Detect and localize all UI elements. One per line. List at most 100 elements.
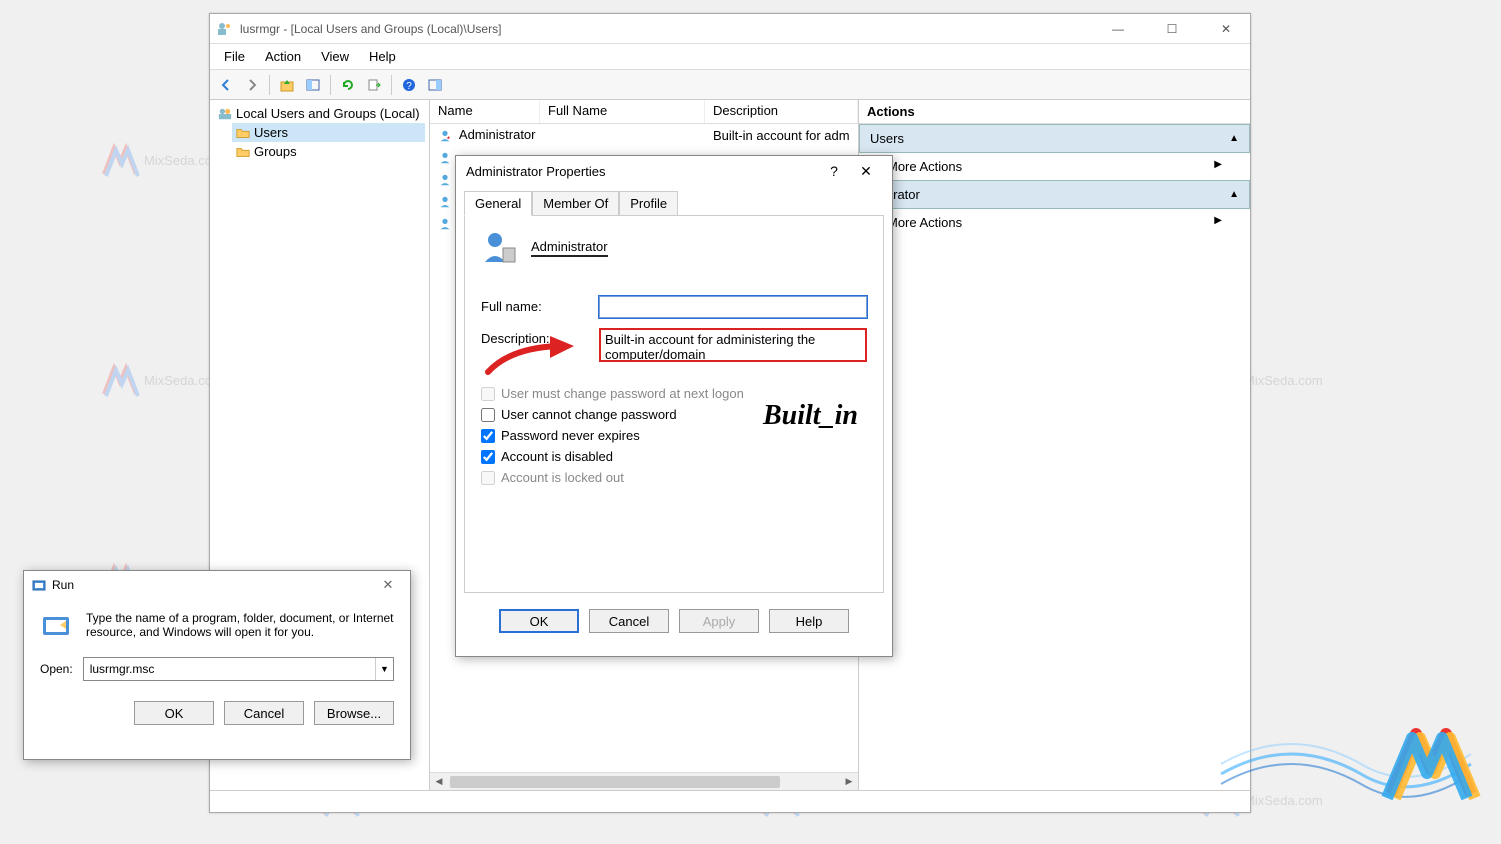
user-icon [438, 217, 452, 231]
action-more-actions-admin[interactable]: More Actions ▶ [859, 209, 1250, 236]
status-bar [210, 790, 1250, 812]
folder-icon [236, 145, 250, 159]
close-button[interactable]: ✕ [1208, 17, 1244, 41]
username-label: Administrator [531, 239, 608, 257]
row-fullname [540, 134, 705, 136]
ok-button[interactable]: OK [134, 701, 214, 725]
open-combobox[interactable]: ▼ [83, 657, 394, 681]
check-locked: Account is locked out [481, 470, 867, 485]
menu-action[interactable]: Action [255, 45, 311, 68]
run-title: Run [52, 578, 74, 592]
refresh-button[interactable] [336, 73, 360, 97]
mmc-titlebar[interactable]: lusrmgr - [Local Users and Groups (Local… [210, 14, 1250, 44]
action-pane-button[interactable] [423, 73, 447, 97]
lusrmgr-icon [216, 21, 232, 37]
tree-users[interactable]: Users [232, 123, 425, 142]
row-name: Administrator [459, 127, 536, 142]
cancel-button[interactable]: Cancel [224, 701, 304, 725]
run-dialog: Run ✕ Type the name of a program, folder… [23, 570, 411, 760]
window-title: lusrmgr - [Local Users and Groups (Local… [240, 22, 1100, 36]
collapse-icon: ▲ [1229, 189, 1239, 200]
close-button[interactable]: ✕ [374, 575, 402, 595]
back-button[interactable] [214, 73, 238, 97]
brand-logo [1211, 674, 1491, 834]
tree-groups-label: Groups [254, 144, 297, 159]
menubar: File Action View Help [210, 44, 1250, 70]
scroll-right-button[interactable]: ▶ [840, 774, 858, 790]
run-titlebar[interactable]: Run ✕ [24, 571, 410, 599]
tree-root-label: Local Users and Groups (Local) [236, 106, 420, 121]
fullname-input[interactable] [599, 296, 867, 318]
folder-icon [236, 126, 250, 140]
checkbox-cannot-change[interactable] [481, 408, 495, 422]
menu-file[interactable]: File [214, 45, 255, 68]
actions-section-users[interactable]: Users ▲ [859, 124, 1250, 153]
maximize-button[interactable]: ☐ [1154, 17, 1190, 41]
open-label: Open: [40, 662, 73, 676]
tab-profile[interactable]: Profile [619, 191, 678, 216]
description-input[interactable] [599, 328, 867, 362]
properties-titlebar[interactable]: Administrator Properties ? ✕ [456, 156, 892, 186]
users-groups-icon [218, 107, 232, 121]
description-label: Description: [481, 328, 599, 346]
menu-help[interactable]: Help [359, 45, 406, 68]
chevron-right-icon: ▶ [1214, 215, 1222, 230]
up-button[interactable] [275, 73, 299, 97]
list-row[interactable]: Administrator Built-in account for adm [430, 124, 858, 146]
check-cannot-change[interactable]: User cannot change password [481, 407, 867, 422]
export-button[interactable] [362, 73, 386, 97]
tabs: General Member Of Profile [456, 190, 892, 215]
cancel-button[interactable]: Cancel [589, 609, 669, 633]
actions-pane: Actions Users ▲ More Actions ▶ inistrato… [858, 100, 1250, 790]
scroll-left-button[interactable]: ◀ [430, 774, 448, 790]
actions-header: Actions [859, 100, 1250, 124]
user-icon [481, 230, 517, 266]
checkbox-never-expires[interactable] [481, 429, 495, 443]
open-input[interactable] [84, 658, 375, 680]
dialog-title: Administrator Properties [466, 164, 818, 179]
run-program-icon [40, 611, 72, 643]
user-icon [438, 173, 452, 187]
fullname-label: Full name: [481, 296, 599, 314]
chevron-right-icon: ▶ [1214, 159, 1222, 174]
help-button[interactable]: Help [769, 609, 849, 633]
chevron-down-icon[interactable]: ▼ [375, 658, 393, 680]
row-description: Built-in account for adm [705, 127, 858, 144]
action-more-actions[interactable]: More Actions ▶ [859, 153, 1250, 180]
help-button[interactable]: ? [397, 73, 421, 97]
toolbar: ? [210, 70, 1250, 100]
scroll-thumb[interactable] [450, 776, 780, 788]
checkbox-locked [481, 471, 495, 485]
tree-groups[interactable]: Groups [232, 142, 425, 161]
user-icon [438, 151, 452, 165]
close-button[interactable]: ✕ [850, 159, 882, 183]
run-buttons: OK Cancel Browse... [24, 693, 410, 739]
tree-root[interactable]: Local Users and Groups (Local) [214, 104, 425, 123]
minimize-button[interactable]: — [1100, 17, 1136, 41]
run-icon [32, 578, 46, 592]
horizontal-scrollbar[interactable]: ◀ ▶ [430, 772, 858, 790]
check-disabled[interactable]: Account is disabled [481, 449, 867, 464]
list-header: Name Full Name Description [430, 100, 858, 124]
column-name[interactable]: Name [430, 100, 540, 123]
checkbox-disabled[interactable] [481, 450, 495, 464]
tab-memberof[interactable]: Member Of [532, 191, 619, 216]
run-description: Type the name of a program, folder, docu… [86, 611, 394, 643]
menu-view[interactable]: View [311, 45, 359, 68]
user-icon [438, 129, 452, 143]
browse-button[interactable]: Browse... [314, 701, 394, 725]
column-fullname[interactable]: Full Name [540, 100, 705, 123]
context-help-button[interactable]: ? [818, 159, 850, 183]
column-description[interactable]: Description [705, 100, 858, 123]
tree-users-label: Users [254, 125, 288, 140]
tab-general[interactable]: General [464, 191, 532, 216]
forward-button[interactable] [240, 73, 264, 97]
check-never-expires[interactable]: Password never expires [481, 428, 867, 443]
checkbox-must-change [481, 387, 495, 401]
svg-text:?: ? [406, 81, 412, 92]
actions-section-administrator[interactable]: inistrator ▲ [859, 180, 1250, 209]
show-hide-tree-button[interactable] [301, 73, 325, 97]
ok-button[interactable]: OK [499, 609, 579, 633]
check-must-change: User must change password at next logon [481, 386, 867, 401]
properties-dialog: Administrator Properties ? ✕ General Mem… [455, 155, 893, 657]
